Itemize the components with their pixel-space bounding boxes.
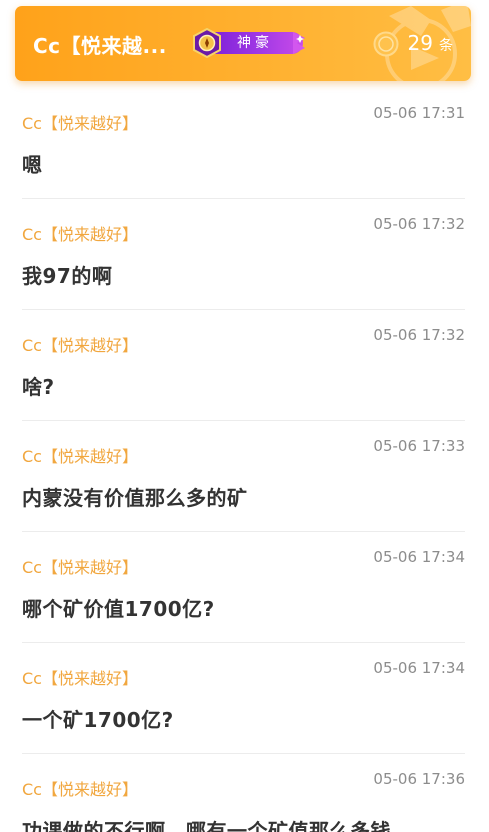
rank-badge-label: 神豪 xyxy=(237,35,273,51)
message-sender: Cc【悦来越好】 xyxy=(22,225,138,244)
badge-sparkle-icon xyxy=(293,32,305,54)
chat-history-page: Cc【悦来越... 神豪 29 条 Cc【悦来越好】 05-06 17:31 嗯… xyxy=(0,0,489,832)
message-sender: Cc【悦来越好】 xyxy=(22,558,138,577)
rank-badge[interactable]: 神豪 xyxy=(191,28,307,58)
message-time: 05-06 17:33 xyxy=(373,437,465,455)
message-sender: Cc【悦来越好】 xyxy=(22,780,138,799)
user-header-card[interactable]: Cc【悦来越... 神豪 29 条 xyxy=(15,6,471,81)
coin-icon xyxy=(373,31,399,57)
message-time: 05-06 17:34 xyxy=(373,548,465,566)
message-count-number: 29 xyxy=(407,31,433,55)
message-time: 05-06 17:32 xyxy=(373,326,465,344)
message-time: 05-06 17:34 xyxy=(373,659,465,677)
message-list[interactable]: Cc【悦来越好】 05-06 17:31 嗯 Cc【悦来越好】 05-06 17… xyxy=(22,88,465,832)
message-text: 我97的啊 xyxy=(22,264,113,288)
message-time: 05-06 17:32 xyxy=(373,215,465,233)
list-item[interactable]: Cc【悦来越好】 05-06 17:32 我97的啊 xyxy=(22,199,465,310)
list-item[interactable]: Cc【悦来越好】 05-06 17:36 功课做的不行啊，哪有一个矿值那么多钱 xyxy=(22,754,465,832)
message-sender: Cc【悦来越好】 xyxy=(22,669,138,688)
list-item[interactable]: Cc【悦来越好】 05-06 17:34 一个矿1700亿? xyxy=(22,643,465,754)
message-text: 哪个矿价值1700亿? xyxy=(22,597,215,621)
message-sender: Cc【悦来越好】 xyxy=(22,336,138,355)
message-count-unit: 条 xyxy=(439,38,453,54)
username-label: Cc【悦来越... xyxy=(33,34,167,58)
message-time: 05-06 17:36 xyxy=(373,770,465,788)
list-item[interactable]: Cc【悦来越好】 05-06 17:34 哪个矿价值1700亿? xyxy=(22,532,465,643)
message-sender: Cc【悦来越好】 xyxy=(22,114,138,133)
message-time: 05-06 17:31 xyxy=(373,104,465,122)
message-text: 内蒙没有价值那么多的矿 xyxy=(22,486,248,510)
message-text: 一个矿1700亿? xyxy=(22,708,174,732)
list-item[interactable]: Cc【悦来越好】 05-06 17:32 啥? xyxy=(22,310,465,421)
message-text: 功课做的不行啊，哪有一个矿值那么多钱 xyxy=(22,819,391,832)
list-item[interactable]: Cc【悦来越好】 05-06 17:33 内蒙没有价值那么多的矿 xyxy=(22,421,465,532)
list-item[interactable]: Cc【悦来越好】 05-06 17:31 嗯 xyxy=(22,88,465,199)
message-text: 啥? xyxy=(22,375,55,399)
message-sender: Cc【悦来越好】 xyxy=(22,447,138,466)
rank-emblem-icon xyxy=(193,28,221,58)
message-text: 嗯 xyxy=(22,153,43,177)
